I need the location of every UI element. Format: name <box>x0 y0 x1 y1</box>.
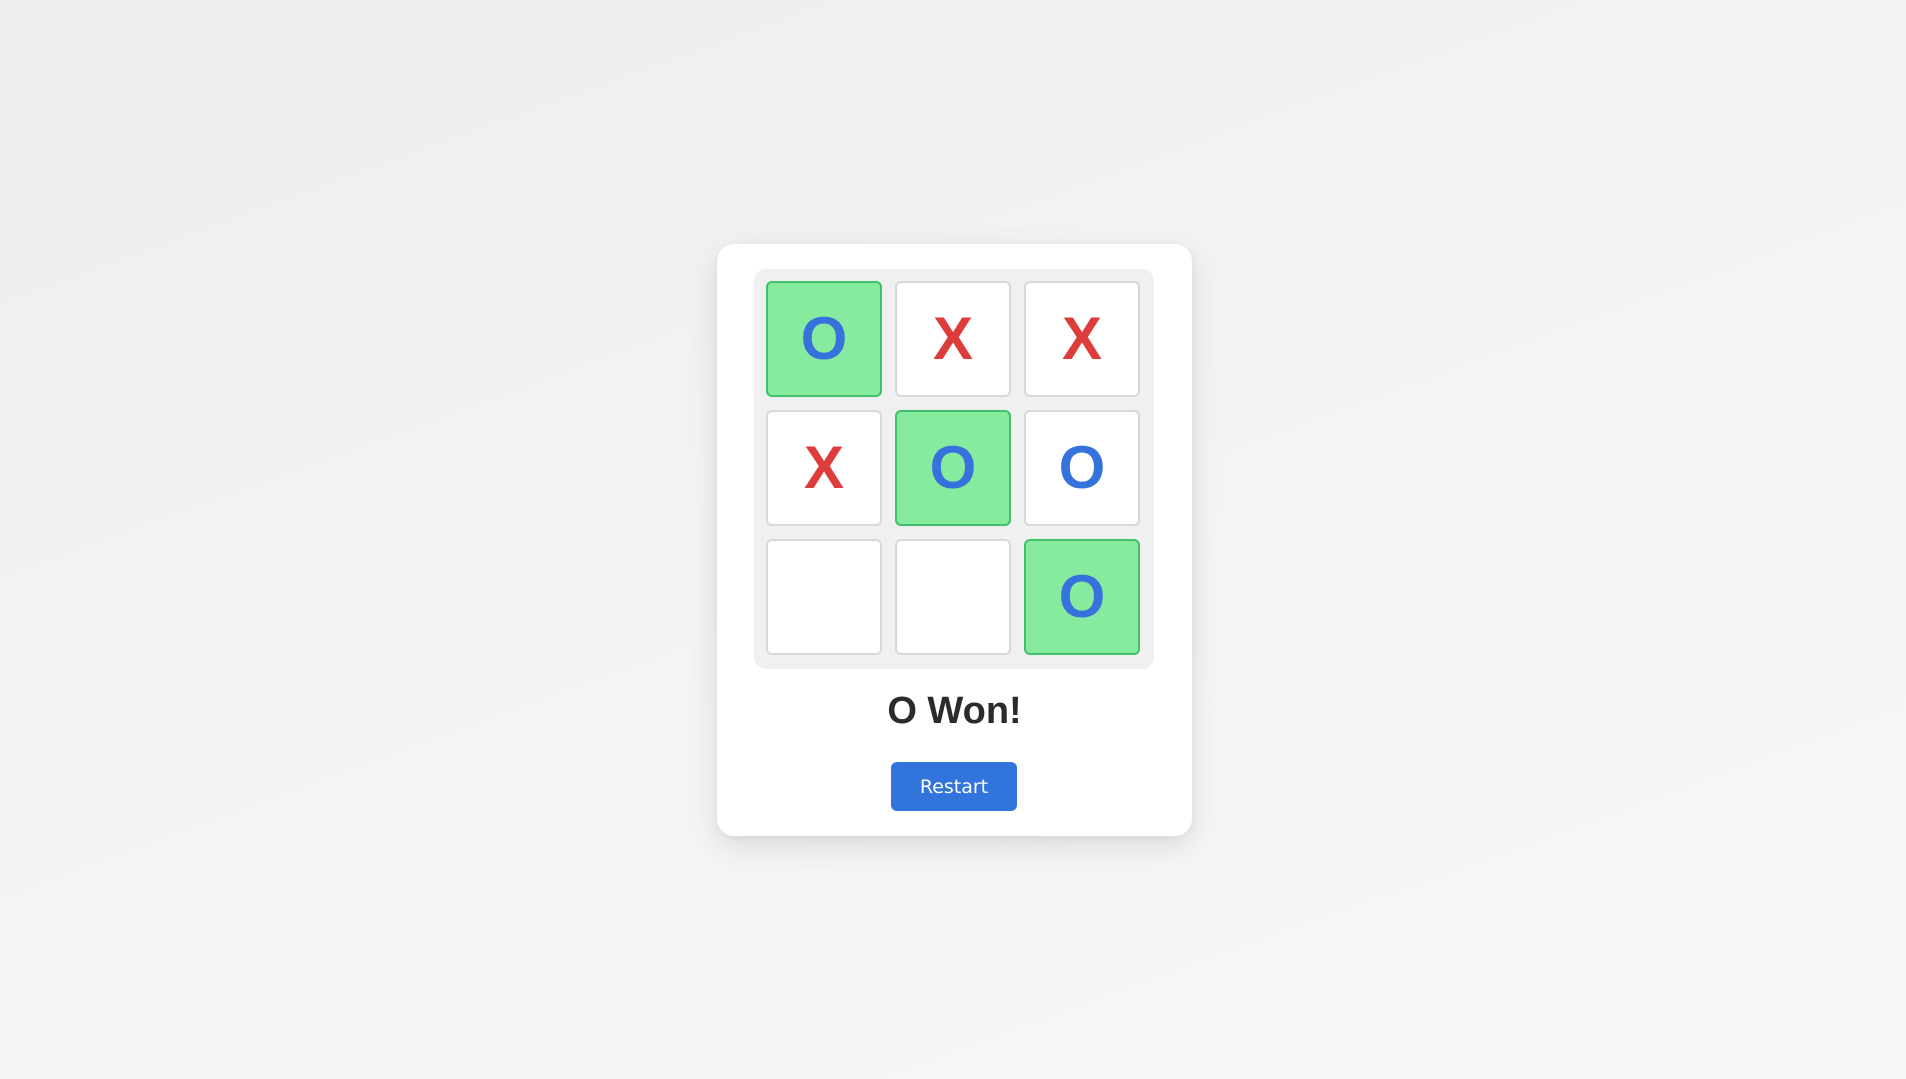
cell-mark: X <box>1061 305 1103 372</box>
board-cell-2[interactable]: X <box>895 281 1011 397</box>
board-cell-1[interactable]: O <box>766 281 882 397</box>
board-cell-8[interactable] <box>895 539 1011 655</box>
cell-mark: O <box>1058 434 1106 501</box>
restart-button[interactable]: Restart <box>891 762 1017 811</box>
game-status: O Won! <box>887 690 1022 732</box>
board-cell-7[interactable] <box>766 539 882 655</box>
cell-mark: O <box>929 434 977 501</box>
board-cell-4[interactable]: X <box>766 410 882 526</box>
board-cell-9[interactable]: O <box>1024 539 1140 655</box>
cell-mark: O <box>800 305 848 372</box>
cell-mark: O <box>1058 563 1106 630</box>
board-cell-6[interactable]: O <box>1024 410 1140 526</box>
board-cell-3[interactable]: X <box>1024 281 1140 397</box>
game-board: O X X X O O O <box>754 269 1154 669</box>
game-card: O X X X O O O O Won! Restart <box>717 244 1192 836</box>
cell-mark: X <box>803 434 845 501</box>
board-cell-5[interactable]: O <box>895 410 1011 526</box>
cell-mark: X <box>932 305 974 372</box>
